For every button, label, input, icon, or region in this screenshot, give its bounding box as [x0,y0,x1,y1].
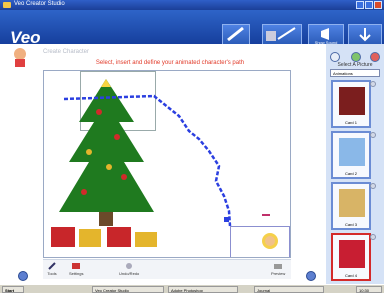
selected-thumbnail [339,240,365,268]
os-taskbar: Start Veo Creator Studio Adobe Photoshop… [0,284,384,293]
taskbar-item-journal[interactable]: Journal [254,286,324,293]
maximize-button[interactable] [365,1,373,9]
undo-icon [126,263,133,269]
back-nav-button[interactable] [18,271,28,281]
preview-label: Preview [271,271,286,276]
character-avatar-icon [14,48,26,67]
settings-button[interactable]: Settings [69,262,83,276]
character-thumbnail [339,189,365,217]
tools-label: Tools [47,271,57,276]
card-4-close-icon[interactable] [370,234,376,240]
forward-nav-button[interactable] [306,271,316,281]
undo-redo-button[interactable]: Undo/Redo [119,262,139,276]
sidebar-home-button[interactable] [330,52,340,62]
instruction-text: Select, insert and define your animated … [95,60,245,66]
animation-stage[interactable] [43,70,291,258]
window-title: Veo Creator Studio [14,1,65,7]
category-select[interactable]: Animations [330,69,380,77]
pencil-icon [227,26,244,42]
undo-redo-label: Undo/Redo [119,271,140,276]
window-titlebar: Veo Creator Studio [0,0,384,10]
taskbar-item-veo[interactable]: Veo Creator Studio [92,286,164,293]
card-2-label: Card 2 [344,171,357,176]
preview-button[interactable]: Preview [271,262,285,276]
fairy-character-icon [262,233,278,249]
settings-label: Settings [69,271,84,276]
save-icon [359,28,371,42]
palette-icon [72,263,81,269]
sidebar-title: Select A Picture [337,62,373,68]
taskbar-clock: 10:30 [356,286,382,293]
card-2-close-icon[interactable] [370,132,376,138]
sidebar-add-button[interactable] [351,52,361,62]
picture-card-3[interactable]: Card 3 [331,182,376,230]
taskbar-item-photoshop[interactable]: Adobe Photoshop [168,286,238,293]
start-button[interactable]: Start [2,286,24,293]
picture-card-1[interactable]: Card 1 [331,80,376,128]
card-1-close-icon[interactable] [370,81,376,87]
card-3-close-icon[interactable] [370,183,376,189]
eraser-icon [274,264,283,269]
minimize-button[interactable] [356,1,364,9]
fairy-thumbnail [339,138,365,166]
card-3-label: Card 3 [344,222,357,227]
picture-card-4[interactable]: Card 4 [331,233,376,281]
picture-card-2[interactable]: Card 2 [331,131,376,179]
tools-button[interactable]: Tools [47,262,57,276]
character-title: Create Character [43,49,90,55]
card-1-label: Card 1 [344,120,357,125]
app-icon [3,2,11,8]
sidebar-remove-button[interactable] [370,52,380,62]
microphone-icon [266,27,296,41]
card-4-label: Card 4 [344,273,357,278]
curtain-thumbnail [339,87,365,115]
app-header: Veo Home Record Audio File Show Sound Pa… [0,10,384,52]
close-button[interactable] [374,1,382,9]
tool-strip: Tools Settings Undo/Redo Preview [43,259,291,279]
brush-icon [48,262,56,270]
